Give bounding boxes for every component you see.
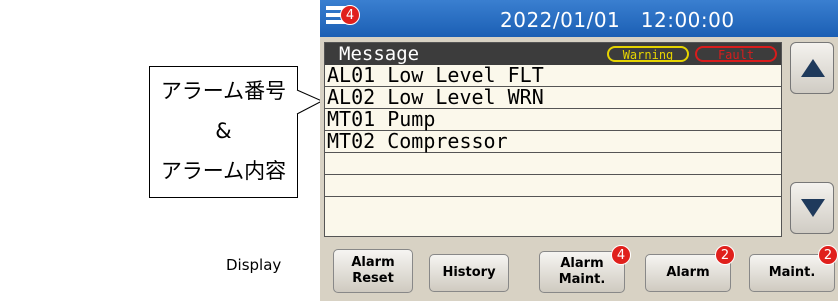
message-list-title: Message — [339, 43, 420, 65]
header-bar: 4 2022/01/01 12:00:00 — [320, 0, 838, 37]
scroll-up-button[interactable] — [790, 42, 834, 94]
callout-line-alarm-number: アラーム番号 — [160, 79, 287, 103]
alarm-reset-label-1: Alarm — [351, 255, 395, 270]
alarm-maint-count-badge: 4 — [611, 245, 631, 265]
message-row[interactable] — [325, 197, 781, 219]
message-list-header: Message Warning Fault — [325, 43, 781, 65]
warning-legend-tag: Warning — [607, 46, 689, 62]
message-list: Message Warning Fault AL01 Low Level FLT… — [324, 42, 782, 237]
callout-line-alarm-content: アラーム内容 — [160, 159, 287, 183]
display-group-label: Display — [226, 256, 282, 274]
scroll-down-button[interactable] — [790, 182, 834, 234]
message-row[interactable] — [325, 175, 781, 197]
message-row[interactable]: MT02 Compressor — [325, 131, 781, 153]
alarm-reset-button[interactable]: Alarm Reset — [333, 249, 413, 293]
alarm-reset-label-2: Reset — [352, 271, 394, 286]
alarm-maint-label-2: Maint. — [558, 272, 606, 287]
menu-count-badge: 4 — [340, 5, 360, 25]
alarm-count-badge: 2 — [715, 245, 735, 265]
message-row[interactable]: AL01 Low Level FLT — [325, 65, 781, 87]
maint-label: Maint. — [768, 265, 816, 280]
annotation-callout: アラーム番号 & アラーム内容 — [149, 66, 298, 198]
history-label: History — [442, 265, 496, 280]
alarm-label: Alarm — [666, 265, 710, 280]
callout-line-ampersand: & — [215, 119, 232, 143]
triangle-up-icon — [801, 59, 825, 77]
message-row[interactable]: MT01 Pump — [325, 109, 781, 131]
message-row[interactable]: AL02 Low Level WRN — [325, 87, 781, 109]
fault-legend-tag: Fault — [695, 46, 777, 62]
maint-count-badge: 2 — [818, 245, 838, 265]
datetime-display: 2022/01/01 12:00:00 — [500, 8, 735, 32]
history-button[interactable]: History — [429, 254, 509, 292]
triangle-down-icon — [801, 199, 825, 217]
message-row[interactable] — [325, 153, 781, 175]
